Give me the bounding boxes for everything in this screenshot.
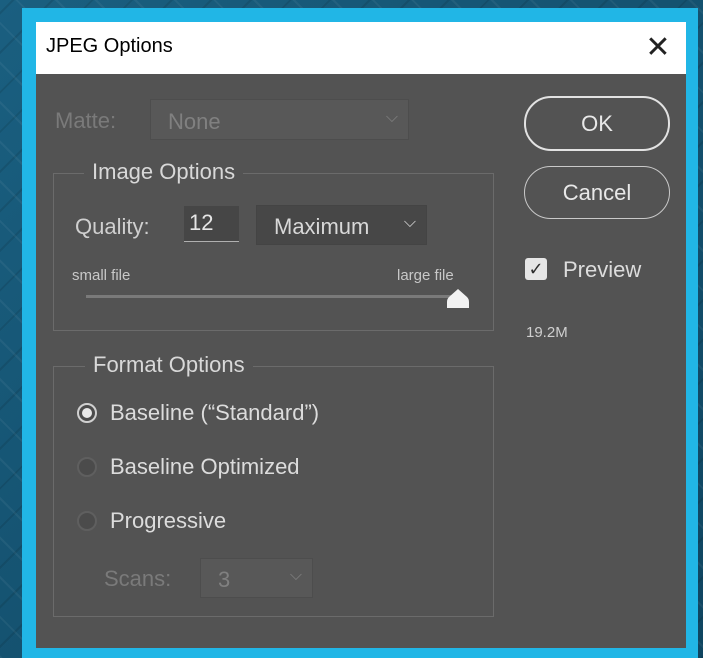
- scans-select[interactable]: 3 ⌵: [200, 558, 313, 598]
- dialog-title: JPEG Options: [46, 35, 173, 57]
- quality-input[interactable]: 12: [184, 206, 239, 242]
- format-options-legend: Format Options: [85, 352, 253, 378]
- matte-select-value: None: [168, 109, 221, 134]
- baseline-optimized-label[interactable]: Baseline Optimized: [110, 454, 300, 480]
- ok-button[interactable]: OK: [524, 96, 670, 151]
- scans-select-value: 3: [218, 567, 231, 592]
- chevron-down-icon: ⌵: [385, 109, 398, 126]
- quality-slider-thumb[interactable]: [446, 288, 470, 310]
- image-options-legend: Image Options: [84, 159, 244, 185]
- chevron-down-icon: ⌵: [403, 214, 416, 231]
- matte-select[interactable]: None ⌵: [150, 99, 409, 140]
- close-icon[interactable]: ✕: [640, 28, 676, 68]
- radio-baseline-optimized[interactable]: [77, 457, 97, 477]
- small-file-label: small file: [72, 267, 131, 284]
- quality-label: Quality:: [75, 214, 150, 239]
- quality-preset-select[interactable]: Maximum ⌵: [256, 205, 427, 245]
- title-bar: JPEG Options ✕: [36, 22, 686, 74]
- large-file-label: large file: [397, 267, 454, 284]
- jpeg-options-dialog: JPEG Options ✕ Matte: None ⌵ Image Optio…: [36, 22, 686, 648]
- baseline-standard-label[interactable]: Baseline (“Standard”): [110, 400, 319, 426]
- image-options-group: Image Options: [53, 159, 494, 331]
- progressive-label[interactable]: Progressive: [110, 508, 226, 534]
- quality-slider-track[interactable]: [86, 295, 458, 298]
- radio-baseline-standard[interactable]: [77, 403, 97, 423]
- chevron-down-icon: ⌵: [289, 567, 302, 584]
- matte-label: Matte:: [55, 108, 117, 133]
- preview-checkbox[interactable]: ✓: [525, 258, 547, 280]
- file-size-readout: 19.2M: [526, 324, 568, 341]
- radio-progressive[interactable]: [77, 511, 97, 531]
- scans-label: Scans:: [104, 566, 172, 591]
- quality-preset-value: Maximum: [274, 214, 370, 239]
- cancel-button[interactable]: Cancel: [524, 166, 670, 219]
- preview-label[interactable]: Preview: [563, 257, 641, 283]
